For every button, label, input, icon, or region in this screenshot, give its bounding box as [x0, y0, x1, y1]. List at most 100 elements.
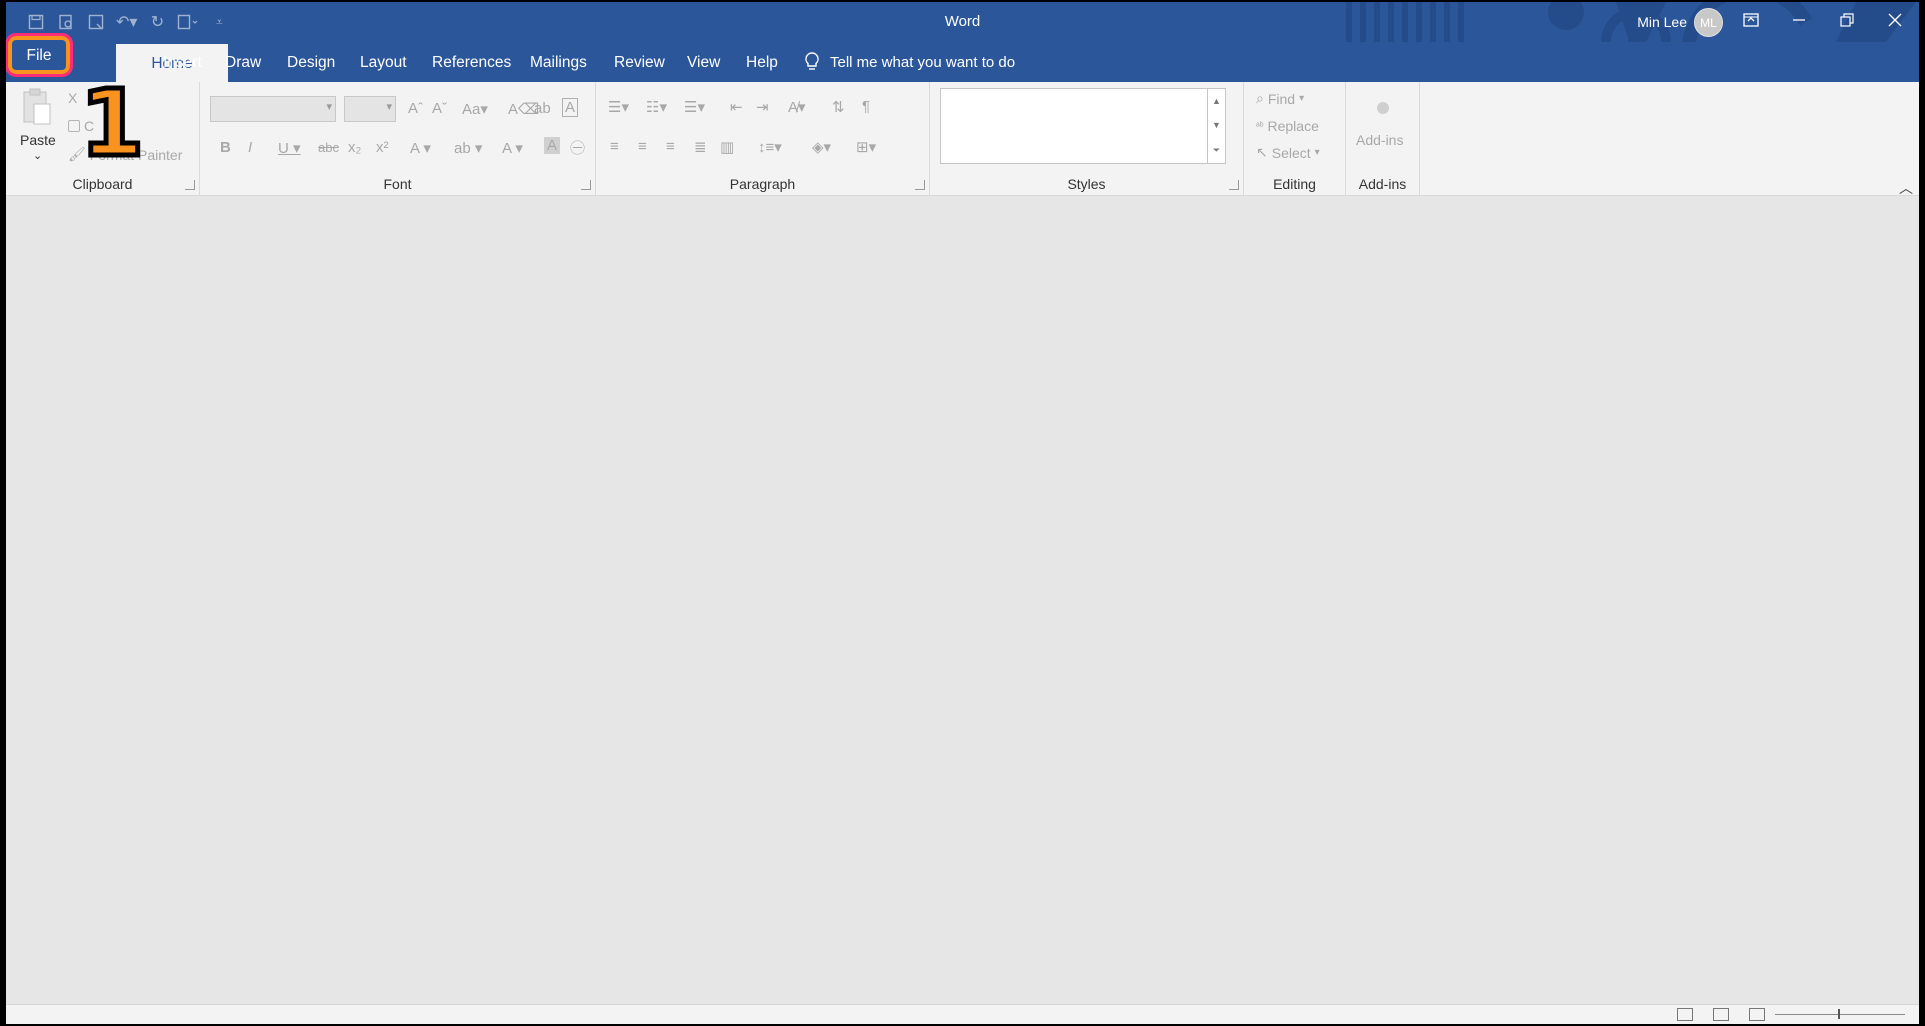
minimize-icon[interactable] — [1775, 2, 1823, 38]
find-chevron-down-icon: ▾ — [1299, 93, 1305, 104]
lightbulb-icon — [805, 52, 819, 70]
paste-button[interactable]: Paste — [20, 132, 56, 148]
shading-icon[interactable]: ◈▾ — [812, 138, 831, 156]
character-shading-icon[interactable]: A — [544, 137, 561, 154]
distributed-icon[interactable]: ▥ — [720, 138, 734, 156]
cursor-icon: ↖ — [1256, 144, 1268, 160]
tab-draw[interactable]: Draw — [225, 42, 261, 82]
tell-me-label: Tell me what you want to do — [830, 53, 1016, 71]
paste-options-chevron-icon[interactable]: ⌄ — [33, 149, 42, 162]
replace-label: Replace — [1267, 118, 1319, 134]
close-icon[interactable] — [1871, 2, 1919, 38]
asian-layout-icon[interactable]: A̸▾ — [788, 98, 806, 116]
strikethrough-icon[interactable]: abc — [318, 140, 339, 155]
copy-icon — [68, 120, 80, 132]
zoom-slider-thumb[interactable] — [1838, 1009, 1840, 1019]
font-launcher-icon[interactable] — [581, 180, 591, 190]
replace-icon: ᵃᵇ — [1256, 120, 1264, 132]
clipboard-launcher-icon[interactable] — [185, 180, 195, 190]
shrink-font-icon[interactable]: Aˇ — [432, 100, 447, 117]
tab-references[interactable]: References — [432, 42, 511, 82]
paragraph-launcher-icon[interactable] — [915, 180, 925, 190]
styles-group: ▲ ▼ ⏷ Styles — [930, 82, 1244, 196]
find-button[interactable]: ⌕ Find ▾ — [1256, 90, 1304, 107]
step-number-annotation: 1 — [77, 70, 146, 177]
borders-icon[interactable]: ⊞▾ — [856, 138, 876, 156]
app-title: Word — [944, 13, 981, 30]
phonetic-guide-icon[interactable]: ab — [534, 100, 551, 117]
cut-button[interactable]: X — [68, 90, 77, 106]
styles-more-icon[interactable]: ⏷ — [1213, 145, 1220, 156]
select-button[interactable]: ↖ Select ▾ — [1256, 144, 1320, 161]
styles-gallery[interactable]: ▲ ▼ ⏷ — [940, 88, 1226, 164]
italic-icon[interactable]: I — [248, 139, 252, 156]
character-border-icon[interactable]: A — [562, 98, 579, 117]
replace-button[interactable]: ᵃᵇ Replace — [1256, 118, 1319, 134]
select-label: Select — [1271, 144, 1311, 161]
font-color-icon[interactable]: A ▾ — [502, 139, 523, 157]
increase-indent-icon[interactable]: ⇥ — [756, 98, 769, 116]
font-name-combo[interactable] — [210, 96, 336, 122]
ribbon-display-options-icon[interactable] — [1727, 2, 1775, 38]
tab-insert[interactable]: Insert — [163, 42, 202, 82]
sort-icon[interactable]: ⇅ — [832, 98, 845, 116]
word-window-backdrop: ↶▾ ↻ ⩡ Word Min Lee ML File Home Insert … — [0, 0, 1925, 1026]
multilevel-list-icon[interactable]: ☰▾ — [684, 98, 705, 116]
font-size-combo[interactable] — [344, 96, 396, 122]
title-bar: ↶▾ ↻ ⩡ Word Min Lee ML — [6, 2, 1919, 42]
tab-file[interactable]: File — [6, 33, 73, 77]
align-center-icon[interactable]: ≡ — [638, 138, 647, 155]
numbering-icon[interactable]: ☷▾ — [646, 98, 667, 116]
web-layout-icon[interactable] — [1749, 1008, 1765, 1021]
highlight-color-icon[interactable]: ab ▾ — [454, 139, 482, 157]
ribbon-tabs: File Home Insert Draw Design Layout Refe… — [6, 33, 1919, 82]
change-case-icon[interactable]: Aa▾ — [462, 100, 488, 118]
tab-help[interactable]: Help — [746, 42, 778, 82]
underline-icon[interactable]: U ▾ — [278, 139, 301, 157]
enclose-character-icon[interactable]: ㊀ — [570, 137, 585, 158]
addins-button[interactable]: Add-ins — [1356, 132, 1403, 148]
paragraph-group: ☰▾ ☷▾ ☰▾ ⇤ ⇥ A̸▾ ⇅ ¶ ≡ ≡ ≡ ≣ ▥ ↕≡▾ ◈▾ ⊞▾… — [596, 82, 930, 196]
find-label: Find — [1267, 90, 1296, 107]
status-bar — [6, 1004, 1919, 1024]
bullets-icon[interactable]: ☰▾ — [608, 98, 629, 116]
paragraph-group-label: Paragraph — [729, 176, 796, 192]
document-area — [6, 197, 1919, 1007]
grow-font-icon[interactable]: Aˆ — [408, 100, 423, 117]
decrease-indent-icon[interactable]: ⇤ — [730, 98, 743, 116]
zoom-slider[interactable] — [1775, 1009, 1905, 1019]
align-right-icon[interactable]: ≡ — [666, 138, 675, 155]
styles-scroll-up-icon[interactable]: ▲ — [1212, 96, 1221, 106]
tab-mailings[interactable]: Mailings — [530, 42, 587, 82]
cut-icon: X — [68, 90, 78, 106]
tab-layout[interactable]: Layout — [360, 42, 407, 82]
styles-scrollbar[interactable]: ▲ ▼ ⏷ — [1207, 89, 1225, 163]
styles-scroll-down-icon[interactable]: ▼ — [1212, 120, 1221, 130]
editing-group-label: Editing — [1273, 176, 1316, 192]
tell-me-search[interactable]: Tell me what you want to do — [804, 42, 1015, 82]
tab-review[interactable]: Review — [614, 42, 665, 82]
restore-icon[interactable] — [1823, 2, 1871, 38]
superscript-icon[interactable]: x² — [376, 139, 389, 156]
print-layout-icon[interactable] — [1713, 1008, 1729, 1021]
show-marks-icon[interactable]: ¶ — [862, 98, 870, 115]
addins-icon — [1377, 102, 1389, 114]
align-left-icon[interactable]: ≡ — [610, 138, 619, 155]
avatar[interactable]: ML — [1694, 8, 1723, 37]
font-group-label: Font — [383, 176, 412, 192]
subscript-icon[interactable]: x₂ — [348, 139, 361, 156]
justify-icon[interactable]: ≣ — [694, 138, 707, 156]
text-effects-icon[interactable]: A ▾ — [410, 139, 431, 157]
collapse-ribbon-icon[interactable]: ︿ — [1899, 178, 1913, 198]
styles-group-label: Styles — [1067, 176, 1106, 192]
tab-view[interactable]: View — [687, 42, 720, 82]
clipboard-group-label: Clipboard — [72, 176, 133, 192]
tab-design[interactable]: Design — [287, 42, 335, 82]
ribbon: Paste ⌄ X C 🖌 Format Painter Clipboard ▾… — [6, 82, 1919, 196]
user-name[interactable]: Min Lee — [1637, 14, 1687, 30]
styles-launcher-icon[interactable] — [1229, 180, 1239, 190]
bold-icon[interactable]: B — [220, 139, 231, 156]
line-spacing-icon[interactable]: ↕≡▾ — [758, 138, 782, 156]
read-mode-icon[interactable] — [1677, 1008, 1693, 1021]
paste-icon[interactable] — [20, 88, 52, 126]
